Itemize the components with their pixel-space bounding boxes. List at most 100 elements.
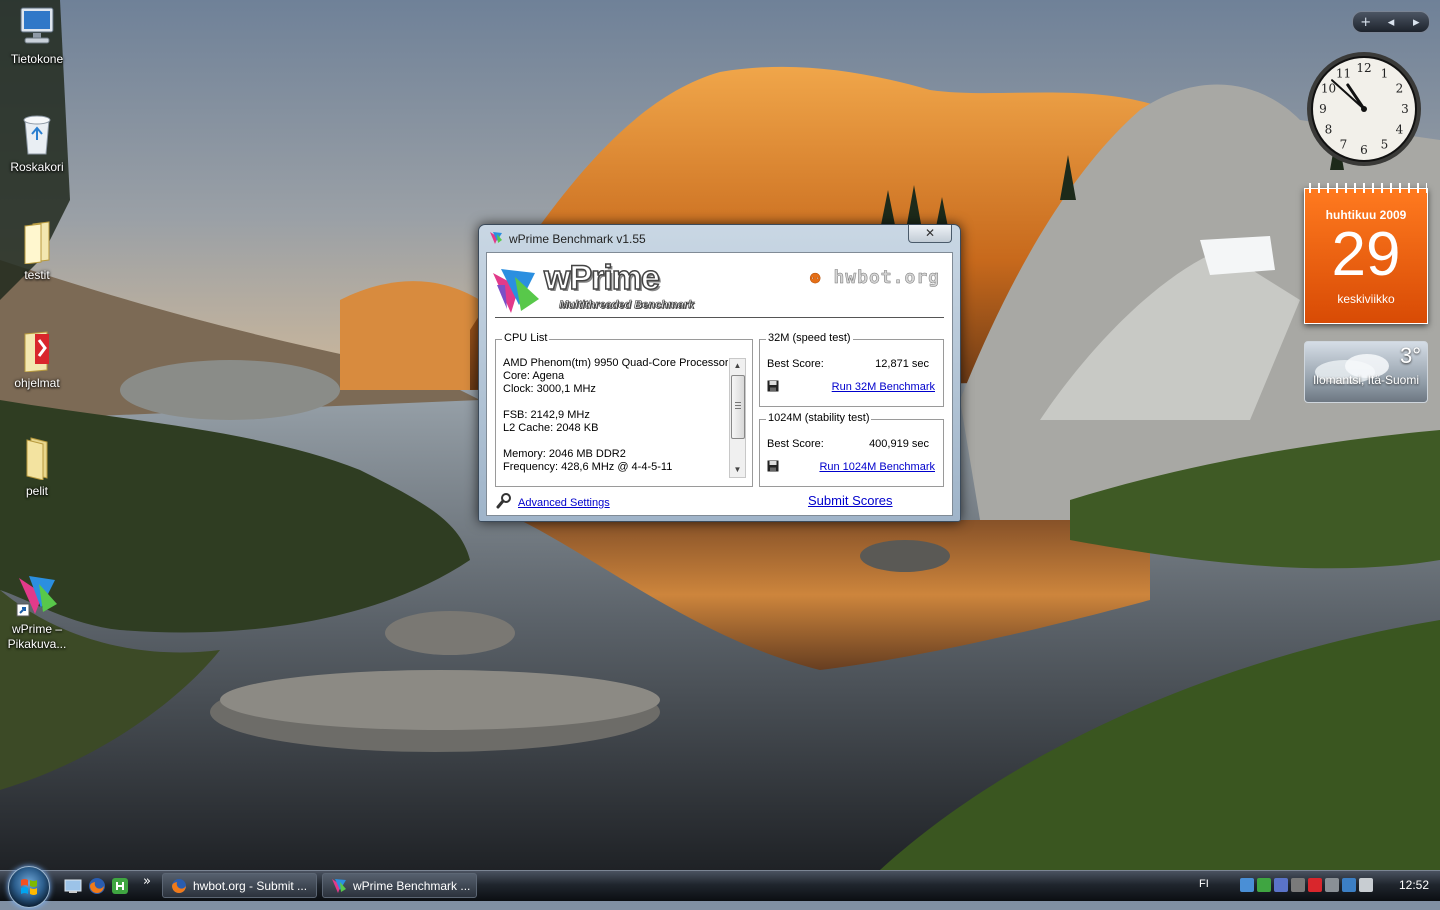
wprime-logo-icon (493, 269, 539, 313)
clock-numeral: 2 (1396, 82, 1404, 96)
desktop-icon-folder-ohjelmat[interactable]: ohjelmat (0, 328, 74, 391)
clock-numeral: 4 (1396, 123, 1404, 137)
advanced-settings: Advanced Settings (496, 493, 610, 512)
app-tray-icon[interactable] (1274, 878, 1288, 892)
speed-test-group: 32M (speed test) Best Score: 12,871 sec … (759, 332, 944, 407)
weather-gadget[interactable]: 3° Ilomantsi, Itä-Suomi (1304, 341, 1428, 403)
system-clock[interactable]: 12:52 (1399, 878, 1429, 892)
cpu-list-scrollbar[interactable]: ▲ ▼ (729, 358, 746, 478)
clock-numeral: 6 (1360, 143, 1368, 157)
clock-numeral: 8 (1325, 123, 1333, 137)
cpu-list-group: CPU List AMD Phenom(tm) 9950 Quad-Core P… (495, 332, 753, 487)
submit-scores-link[interactable]: Submit Scores (808, 493, 893, 508)
sidebar-prev-button[interactable]: ◂ (1378, 15, 1403, 30)
best-score-label: Best Score: (767, 358, 824, 370)
desktop-icon-folder-testit[interactable]: testit (0, 220, 74, 283)
taskbar-button-firefox[interactable]: hwbot.org - Submit ... (162, 873, 317, 898)
scroll-thumb[interactable] (731, 375, 745, 439)
computer-icon (15, 4, 59, 48)
desktop-icon-recycle-bin[interactable]: Roskakori (0, 112, 74, 175)
sidebar-controls: + ◂ ▸ (1352, 11, 1430, 33)
logo-title: wPrime (543, 258, 660, 298)
taskbar-button-label: hwbot.org - Submit ... (193, 878, 308, 893)
hwbot-name: hwbot (833, 267, 893, 289)
stability-test-legend: 1024M (stability test) (766, 412, 872, 424)
clock-numeral: 7 (1340, 138, 1348, 152)
desktop-icon-label: testit (24, 268, 50, 282)
cpu-info-line: Frequency: 428,6 MHz @ 4-4-5-11 (503, 461, 673, 473)
window-titlebar[interactable]: wPrime Benchmark v1.55 (489, 230, 646, 248)
speed-test-legend: 32M (speed test) (766, 332, 853, 344)
system-tray (1240, 878, 1373, 892)
desktop-icon-folder-pelit[interactable]: pelit (0, 436, 74, 499)
taskbar: » hwbot.org - Submit ... wPrime Benchmar… (0, 866, 1440, 908)
clock-numeral: 5 (1381, 138, 1389, 152)
cpu-info-spacer (503, 435, 728, 448)
stability-test-group: 1024M (stability test) Best Score: 400,9… (759, 412, 944, 487)
desktop-icon-label: wPrime – Pikakuva... (7, 622, 67, 651)
utorrent-icon[interactable] (111, 877, 129, 895)
wireless-icon[interactable] (1325, 878, 1339, 892)
header-divider (495, 317, 944, 318)
language-indicator[interactable]: FI (1199, 878, 1209, 890)
security-tray-icon[interactable] (1308, 878, 1322, 892)
window-client-area: wPrime Multithreaded Benchmark ⚉ hwbot.o… (486, 252, 953, 516)
best-score-label: Best Score: (767, 438, 824, 450)
folder-icon (15, 220, 59, 265)
add-gadget-button[interactable]: + (1353, 15, 1378, 30)
weather-location: Ilomantsi, Itä-Suomi (1312, 373, 1420, 387)
calendar-weekday: keskiviikko (1337, 292, 1395, 306)
desktop-icon-label: Tietokone (10, 52, 64, 66)
clock-numeral: 9 (1319, 102, 1327, 116)
quicklaunch-more[interactable]: » (143, 874, 151, 889)
cpu-info-line: AMD Phenom(tm) 9950 Quad-Core Processor (503, 357, 728, 369)
window-title: wPrime Benchmark v1.55 (509, 232, 646, 246)
network-icon[interactable] (1342, 878, 1356, 892)
best-score-32m: 12,871 sec (875, 358, 929, 370)
calendar-day: 29 (1331, 220, 1401, 289)
scroll-up-icon[interactable]: ▲ (730, 359, 745, 373)
close-button[interactable]: ✕ (908, 225, 952, 243)
logo-subtitle: Multithreaded Benchmark (559, 299, 695, 312)
windows-logo-icon (21, 879, 37, 895)
run-32m-benchmark-link[interactable]: Run 32M Benchmark (832, 381, 935, 393)
folder-icon (15, 436, 59, 481)
desktop-icon-wprime-shortcut[interactable]: wPrime – Pikakuva... (0, 544, 74, 667)
firefox-icon[interactable] (88, 877, 106, 895)
folder-icon (15, 328, 59, 373)
scroll-down-icon[interactable]: ▼ (730, 463, 745, 477)
best-score-1024m: 400,919 sec (869, 438, 929, 450)
network-users-icon[interactable] (1240, 878, 1254, 892)
clock-numeral: 1 (1381, 66, 1389, 80)
recycle-bin-icon (15, 112, 59, 156)
desktop-icon-label: ohjelmat (14, 376, 60, 390)
cpu-info-line: Core: Agena (503, 370, 565, 382)
clock-numeral: 10 (1321, 82, 1336, 96)
hwbot-logo[interactable]: ⚉ hwbot.org (809, 267, 940, 289)
advanced-settings-link[interactable]: Advanced Settings (518, 497, 610, 509)
cpu-info-line: L2 Cache: 2048 KB (503, 422, 599, 434)
desktop-icon-computer[interactable]: Tietokone (0, 4, 74, 67)
show-desktop-icon[interactable] (64, 877, 82, 895)
device-tray-icon[interactable] (1291, 878, 1305, 892)
calendar-binding (1305, 183, 1427, 193)
cpu-info-line: Clock: 3000,1 MHz (503, 383, 596, 395)
taskbar-button-label: wPrime Benchmark ... (353, 878, 471, 893)
hwbot-robot-icon: ⚉ (809, 267, 834, 289)
firefox-icon (171, 878, 187, 894)
wrench-icon (496, 493, 512, 512)
start-button[interactable] (8, 866, 50, 908)
taskbar-button-wprime[interactable]: wPrime Benchmark ... (322, 873, 477, 898)
desktop-icon-label: pelit (25, 484, 48, 498)
utorrent-tray-icon[interactable] (1257, 878, 1271, 892)
cpu-info-line: FSB: 2142,9 MHz (503, 409, 590, 421)
save-disk-icon[interactable] (767, 460, 779, 472)
run-1024m-benchmark-link[interactable]: Run 1024M Benchmark (819, 461, 935, 473)
clock-gadget[interactable]: 1 2 3 4 5 6 7 8 9 10 11 12 (1305, 50, 1423, 168)
calendar-gadget[interactable]: huhtikuu 2009 29 keskiviikko (1304, 183, 1428, 324)
save-disk-icon[interactable] (767, 380, 779, 392)
sidebar-next-button[interactable]: ▸ (1404, 15, 1429, 30)
desktop-icon-label: Roskakori (10, 160, 64, 174)
cpu-info-spacer (503, 396, 728, 409)
volume-icon[interactable] (1359, 878, 1373, 892)
